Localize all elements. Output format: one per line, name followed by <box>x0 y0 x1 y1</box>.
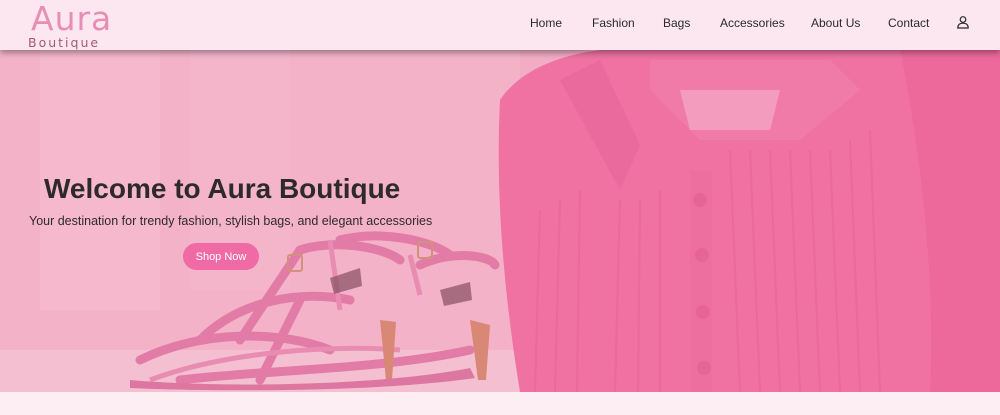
nav-link-fashion[interactable]: Fashion <box>592 16 635 30</box>
nav-link-accessories[interactable]: Accessories <box>720 16 785 30</box>
nav-link-about-us[interactable]: About Us <box>811 16 860 30</box>
hero-banner: Welcome to Aura Boutique Your destinatio… <box>0 50 1000 392</box>
nav-link-bags[interactable]: Bags <box>663 16 690 30</box>
user-icon[interactable] <box>956 15 970 29</box>
brand-tagline: Boutique <box>28 35 101 50</box>
brand-logo[interactable]: Aura Boutique <box>28 0 128 50</box>
brand-name: Aura <box>31 0 113 38</box>
navbar: Aura Boutique Home Fashion Bags Accessor… <box>0 0 1000 50</box>
nav-link-contact[interactable]: Contact <box>888 16 929 30</box>
hero-title: Welcome to Aura Boutique <box>44 173 401 204</box>
page-bottom-strip <box>0 392 1000 415</box>
shop-now-button[interactable]: Shop Now <box>183 243 259 270</box>
hero-subtitle: Your destination for trendy fashion, sty… <box>29 214 433 228</box>
nav-link-home[interactable]: Home <box>530 16 562 30</box>
